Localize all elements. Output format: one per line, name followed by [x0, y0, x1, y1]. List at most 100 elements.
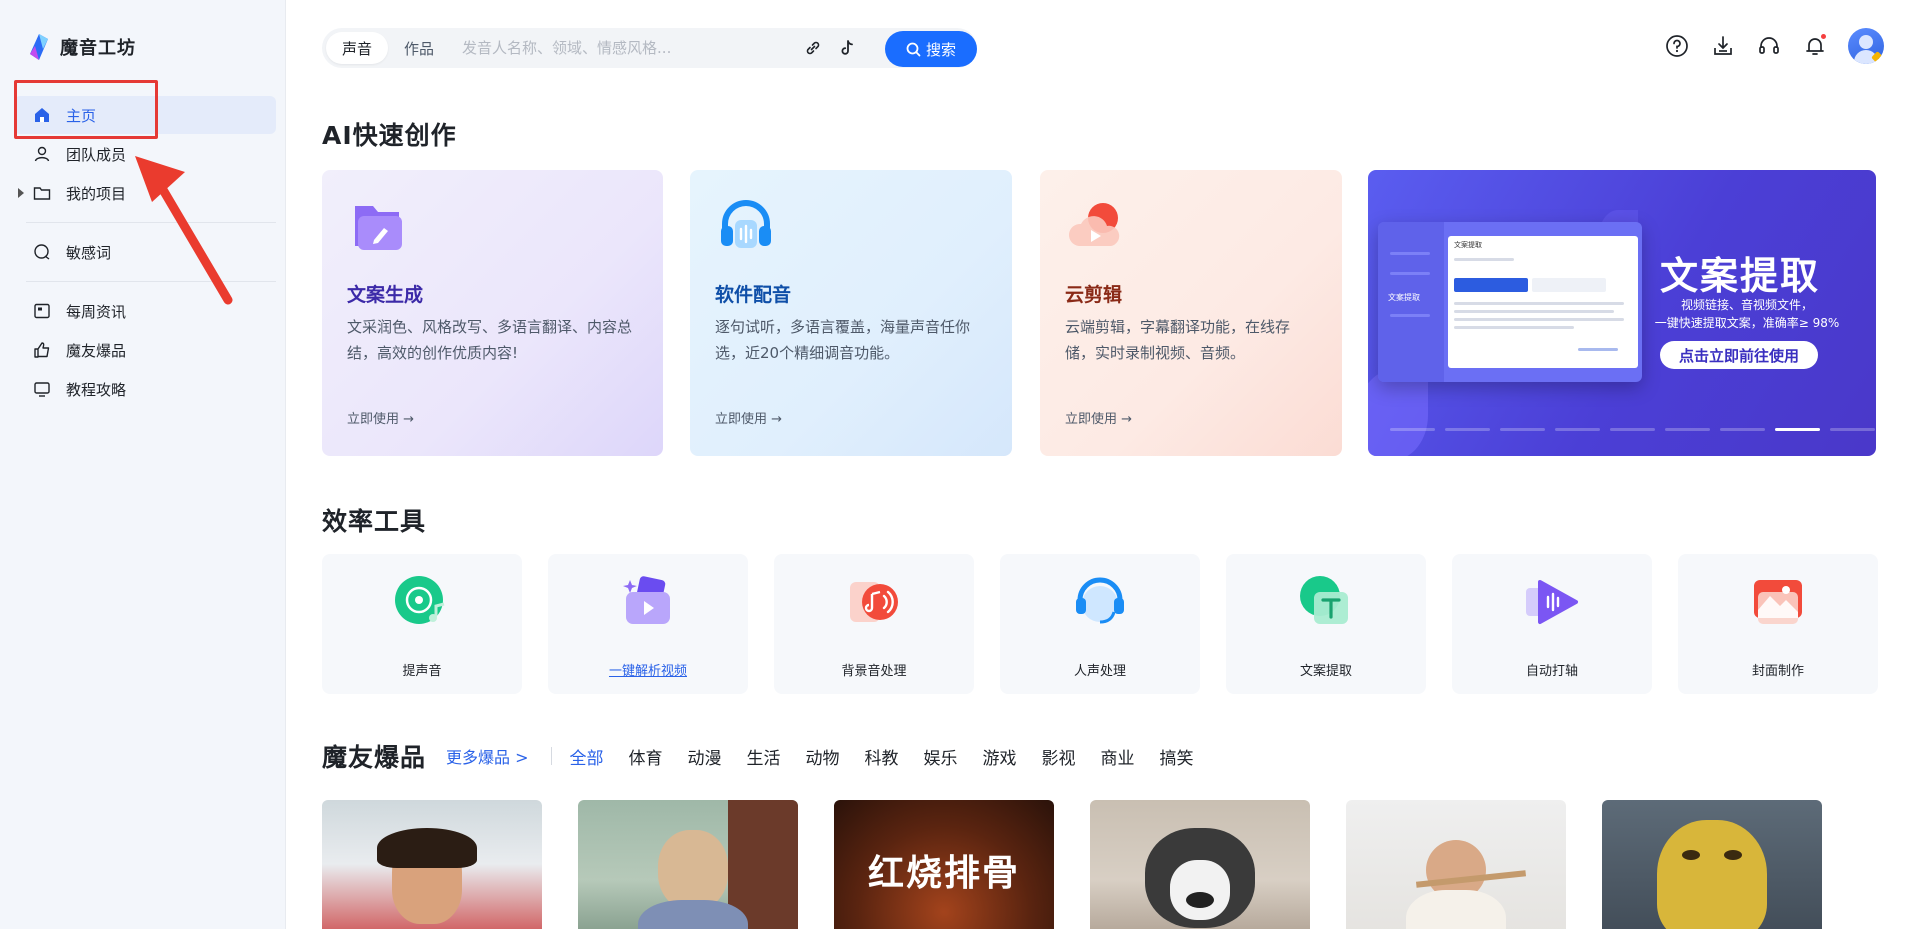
annotation-arrow-icon — [135, 156, 233, 305]
tool-label: 文案提取 — [1299, 664, 1352, 679]
carousel-dot[interactable] — [1720, 428, 1765, 431]
search-icon — [906, 42, 921, 56]
video-parse-icon — [623, 576, 670, 624]
card-title: 软件配音 — [715, 284, 792, 306]
more-hot-works-link[interactable]: 更多爆品 > — [446, 744, 529, 768]
video-thumbnail[interactable]: 红烧排骨 — [834, 800, 1054, 929]
card-use-link[interactable]: 立即使用 → — [1065, 408, 1132, 427]
ai-card-cloud-edit[interactable]: 云剪辑 云端剪辑，字幕翻译功能，在线存储，实时录制视频、音频。 立即使用 → — [1040, 170, 1342, 456]
tool-label: 提声音 — [402, 664, 442, 679]
highlight-annotation-box — [14, 80, 158, 139]
ai-card-copywriting[interactable]: 文案生成 文采润色、风格改写、多语言翻译、内容总结，高效的创作优质内容! 立即使… — [322, 170, 663, 456]
tools-section-title: 效率工具 — [322, 507, 427, 536]
card-title: 文案生成 — [347, 284, 424, 306]
headphones-icon — [721, 200, 771, 248]
vocal-headset-icon — [1076, 577, 1124, 624]
main-content: 声音 作品 搜索 AI快速创作 — [286, 0, 1920, 929]
headset-icon[interactable] — [1756, 33, 1782, 59]
tool-auto-timeline[interactable]: 自动打轴 — [1452, 554, 1652, 694]
carousel-dot[interactable] — [1830, 428, 1875, 431]
category-tab-life[interactable]: 生活 — [747, 744, 781, 769]
cloud-video-icon — [1068, 203, 1120, 246]
carousel-dot[interactable] — [1610, 428, 1655, 431]
promo-banner[interactable]: 文案提取 文案提取 文案提取 视频链接、音视频文件， 一键快速提取文案，准确率≥… — [1368, 170, 1876, 456]
carousel-dot[interactable] — [1445, 428, 1490, 431]
banner-preview-image: 文案提取 文案提取 — [1378, 222, 1642, 382]
carousel-dot[interactable] — [1500, 428, 1545, 431]
category-tab-sports[interactable]: 体育 — [629, 744, 663, 769]
help-icon[interactable] — [1664, 33, 1690, 59]
search-button[interactable]: 搜索 — [885, 31, 977, 67]
video-thumbnail[interactable] — [578, 800, 798, 929]
app-name: 魔音工坊 — [60, 38, 136, 59]
background-audio-icon — [850, 582, 898, 622]
folder-edit-icon — [355, 206, 402, 250]
tool-parse-video[interactable]: 一键解析视频 — [548, 554, 748, 694]
card-title: 云剪辑 — [1065, 284, 1123, 306]
folder-icon — [32, 183, 52, 203]
avatar[interactable] — [1848, 28, 1884, 64]
auto-timeline-icon — [1526, 580, 1578, 624]
category-tab-games[interactable]: 游戏 — [983, 744, 1017, 769]
card-description: 云端剪辑，字幕翻译功能，在线存储，实时录制视频、音频。 — [1065, 318, 1291, 362]
sidebar-item-label: 我的项目 — [66, 184, 127, 203]
sidebar-item-tutorials[interactable]: 教程攻略 — [14, 370, 276, 408]
video-thumbnail[interactable] — [1090, 800, 1310, 929]
carousel-dot[interactable] — [1390, 428, 1435, 431]
thumbs-up-icon — [32, 340, 52, 360]
search-button-label: 搜索 — [925, 40, 956, 59]
video-thumbnail[interactable] — [1346, 800, 1566, 929]
category-tab-all[interactable]: 全部 — [570, 744, 604, 769]
expand-caret-icon[interactable] — [18, 188, 24, 198]
carousel-dot[interactable] — [1555, 428, 1600, 431]
search-type-toggle: 声音 作品 — [322, 28, 454, 68]
sidebar: 魔音工坊 主页 团队成员 我的项目 敏感词 每周资讯 魔友爆品 教程攻略 — [0, 0, 286, 929]
decorative-leaf — [1368, 370, 1428, 456]
search-tab-works[interactable]: 作品 — [388, 32, 450, 64]
banner-cta-button[interactable]: 点击立即前往使用 — [1660, 341, 1818, 369]
bell-icon[interactable] — [1802, 33, 1828, 59]
hot-works-title: 魔友爆品 — [322, 743, 427, 772]
sidebar-item-label: 团队成员 — [66, 145, 127, 164]
calendar-icon — [32, 301, 52, 321]
video-thumbnail[interactable] — [322, 800, 542, 929]
tiktok-icon[interactable] — [832, 33, 862, 63]
banner-title: 文案提取 — [1660, 254, 1821, 298]
tool-label[interactable]: 一键解析视频 — [548, 660, 748, 679]
logo-icon — [30, 34, 48, 60]
category-tab-science[interactable]: 科教 — [865, 744, 899, 769]
app-logo[interactable]: 魔音工坊 — [26, 32, 136, 62]
sidebar-item-label: 每周资讯 — [66, 302, 127, 321]
category-tab-funny[interactable]: 搞笑 — [1160, 744, 1194, 769]
tool-label: 封面制作 — [1751, 664, 1804, 679]
category-tab-film[interactable]: 影视 — [1042, 744, 1076, 769]
card-description: 逐句试听，多语言覆盖，海量声音任你选，近20个精细调音功能。 — [715, 318, 971, 362]
video-thumbnail[interactable] — [1602, 800, 1822, 929]
text-extract-icon — [1300, 576, 1348, 624]
category-tab-entertainment[interactable]: 娱乐 — [924, 744, 958, 769]
card-use-link[interactable]: 立即使用 → — [715, 408, 782, 427]
tool-cover-maker[interactable]: 封面制作 — [1678, 554, 1878, 694]
download-icon[interactable] — [1710, 33, 1736, 59]
tool-background-audio[interactable]: 背景音处理 — [774, 554, 974, 694]
card-use-link[interactable]: 立即使用 → — [347, 408, 414, 427]
category-tab-animals[interactable]: 动物 — [806, 744, 840, 769]
tool-extract-voice[interactable]: 提声音 — [322, 554, 522, 694]
category-tab-business[interactable]: 商业 — [1101, 744, 1135, 769]
ai-card-dubbing[interactable]: 软件配音 逐句试听，多语言覆盖，海量声音任你选，近20个精细调音功能。 立即使用… — [690, 170, 1012, 456]
card-description: 文采润色、风格改写、多语言翻译、内容总结，高效的创作优质内容! — [347, 318, 633, 362]
tool-vocal-processing[interactable]: 人声处理 — [1000, 554, 1200, 694]
ai-section-title: AI快速创作 — [322, 121, 457, 150]
user-icon — [32, 144, 52, 164]
notification-dot — [1821, 34, 1826, 39]
sidebar-item-hot-works[interactable]: 魔友爆品 — [14, 331, 276, 369]
thumbnail-caption: 红烧排骨 — [867, 852, 1020, 894]
link-icon[interactable] — [798, 33, 828, 63]
carousel-dot[interactable] — [1665, 428, 1710, 431]
carousel-dot-active[interactable] — [1775, 428, 1820, 431]
header-actions — [1664, 28, 1884, 64]
tool-text-extract[interactable]: 文案提取 — [1226, 554, 1426, 694]
category-tab-anime[interactable]: 动漫 — [688, 744, 722, 769]
search-tab-voice[interactable]: 声音 — [326, 32, 389, 64]
search-input[interactable] — [454, 39, 795, 57]
